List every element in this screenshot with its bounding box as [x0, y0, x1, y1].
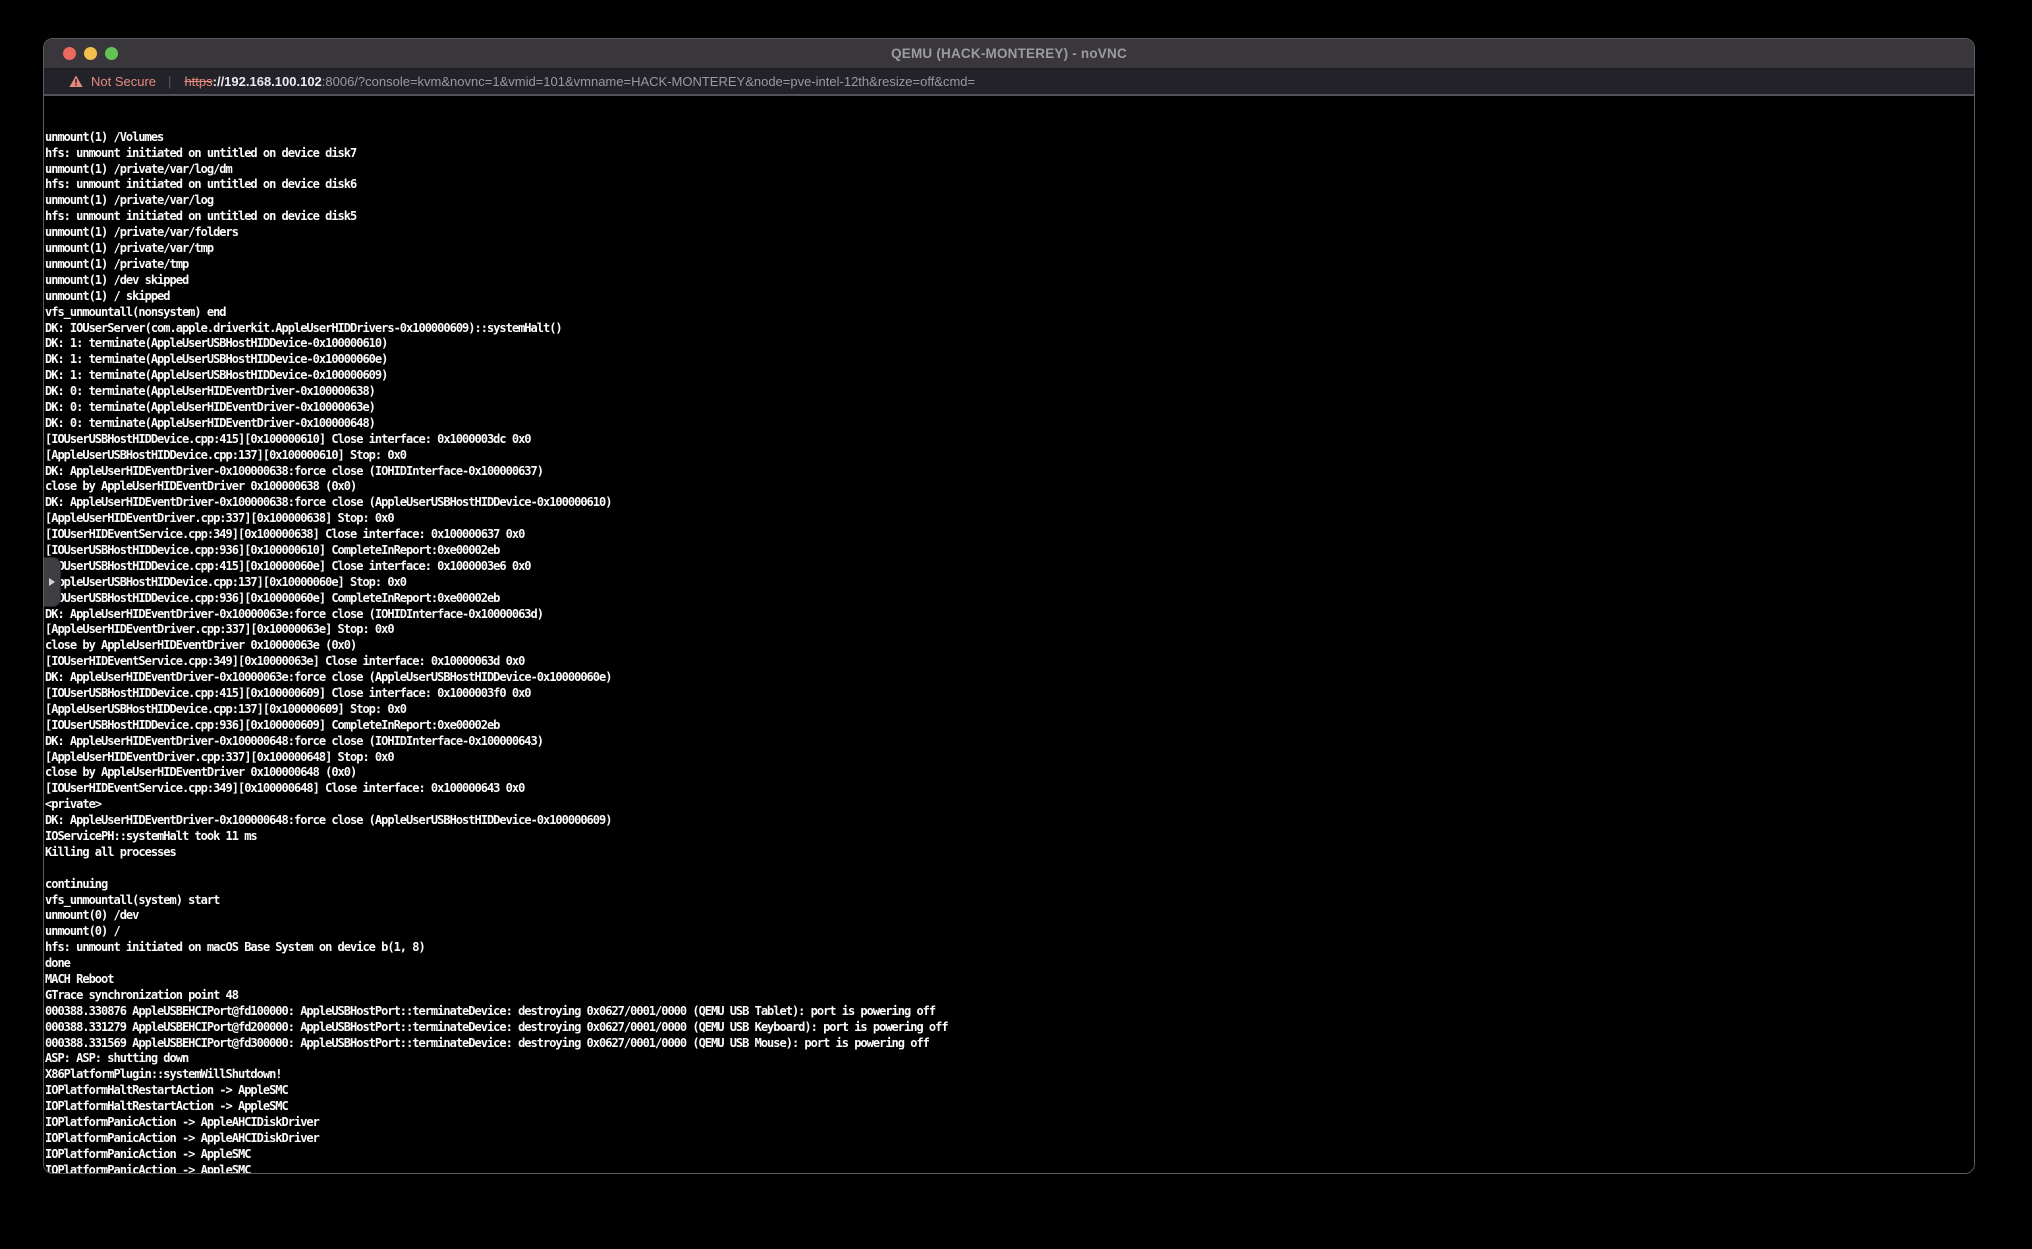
console-log: unmount(1) /Volumeshfs: unmount initiate… — [45, 130, 1974, 1173]
console-line: IOPlatformHaltRestartAction -> AppleSMC — [45, 1099, 1974, 1115]
window-title: QEMU (HACK-MONTEREY) - noVNC — [44, 46, 1974, 61]
console-line: hfs: unmount initiated on untitled on de… — [45, 209, 1974, 225]
console-line: unmount(1) /private/var/log — [45, 193, 1974, 209]
console-line: unmount(0) /dev — [45, 908, 1974, 924]
console-line: close by AppleUserHIDEventDriver 0x10000… — [45, 479, 1974, 495]
console-line: DK: AppleUserHIDEventDriver-0x100000648:… — [45, 813, 1974, 829]
console-line: [AppleUserHIDEventDriver.cpp:337][0x1000… — [45, 511, 1974, 527]
security-status-label: Not Secure — [91, 74, 156, 89]
console-line: DK: 0: terminate(AppleUserHIDEventDriver… — [45, 400, 1974, 416]
console-line: [IOUserUSBHostHIDDevice.cpp:415][0x10000… — [45, 686, 1974, 702]
console-line: Killing all processes — [45, 845, 1974, 861]
console-line: unmount(1) /private/var/tmp — [45, 241, 1974, 257]
console-line: IOServicePH::systemHalt took 11 ms — [45, 829, 1974, 845]
console-line: unmount(1) /private/var/folders — [45, 225, 1974, 241]
console-line: X86PlatformPlugin::systemWillShutdown! — [45, 1067, 1974, 1083]
console-line: [AppleUserUSBHostHIDDevice.cpp:137][0x10… — [45, 448, 1974, 464]
console-line: [AppleUserUSBHostHIDDevice.cpp:137][0x10… — [45, 575, 1974, 591]
console-line: DK: 0: terminate(AppleUserHIDEventDriver… — [45, 384, 1974, 400]
console-line: IOPlatformPanicAction -> AppleAHCIDiskDr… — [45, 1115, 1974, 1131]
console-line: [IOUserHIDEventService.cpp:349][0x100000… — [45, 654, 1974, 670]
console-line: vfs_unmountall(system) start — [45, 893, 1974, 909]
browser-window: QEMU (HACK-MONTEREY) - noVNC Not Secure … — [43, 38, 1975, 1174]
console-line: DK: AppleUserHIDEventDriver-0x10000063e:… — [45, 607, 1974, 623]
console-line: [AppleUserUSBHostHIDDevice.cpp:137][0x10… — [45, 702, 1974, 718]
console-line: 000388.330876 AppleUSBEHCIPort@fd100000:… — [45, 1004, 1974, 1020]
console-line — [45, 861, 1974, 877]
console-line: [AppleUserHIDEventDriver.cpp:337][0x1000… — [45, 750, 1974, 766]
console-line: unmount(1) /Volumes — [45, 130, 1974, 146]
console-line: DK: 1: terminate(AppleUserUSBHostHIDDevi… — [45, 368, 1974, 384]
console-line: DK: AppleUserHIDEventDriver-0x100000638:… — [45, 464, 1974, 480]
console-line: vfs_unmountall(nonsystem) end — [45, 305, 1974, 321]
console-line: [IOUserUSBHostHIDDevice.cpp:936][0x10000… — [45, 591, 1974, 607]
console-line: IOPlatformPanicAction -> AppleSMC — [45, 1147, 1974, 1163]
console-line: 000388.331279 AppleUSBEHCIPort@fd200000:… — [45, 1020, 1974, 1036]
console-line: DK: AppleUserHIDEventDriver-0x100000638:… — [45, 495, 1974, 511]
right-arrow-icon — [49, 578, 55, 586]
console-line: [IOUserUSBHostHIDDevice.cpp:936][0x10000… — [45, 718, 1974, 734]
console-line: hfs: unmount initiated on untitled on de… — [45, 146, 1974, 162]
console-line: ASP: ASP: shutting down — [45, 1051, 1974, 1067]
console-line: DK: AppleUserHIDEventDriver-0x10000063e:… — [45, 670, 1974, 686]
vnc-console-screen[interactable]: unmount(1) /Volumeshfs: unmount initiate… — [44, 96, 1974, 1173]
console-line: DK: 1: terminate(AppleUserUSBHostHIDDevi… — [45, 352, 1974, 368]
console-line: <private> — [45, 797, 1974, 813]
console-line: close by AppleUserHIDEventDriver 0x10000… — [45, 638, 1974, 654]
console-line: close by AppleUserHIDEventDriver 0x10000… — [45, 765, 1974, 781]
console-line: unmount(0) / — [45, 924, 1974, 940]
console-line: DK: AppleUserHIDEventDriver-0x100000648:… — [45, 734, 1974, 750]
console-line: 000388.331569 AppleUSBEHCIPort@fd300000:… — [45, 1036, 1974, 1052]
address-bar[interactable]: Not Secure | https://192.168.100.102:800… — [44, 68, 1974, 96]
console-line: GTrace synchronization point 48 — [45, 988, 1974, 1004]
url-path-query: :8006/?console=kvm&novnc=1&vmid=101&vmna… — [322, 74, 975, 89]
console-line: [IOUserUSBHostHIDDevice.cpp:936][0x10000… — [45, 543, 1974, 559]
console-line: hfs: unmount initiated on macOS Base Sys… — [45, 940, 1974, 956]
window-titlebar[interactable]: QEMU (HACK-MONTEREY) - noVNC — [44, 39, 1974, 68]
console-line: unmount(1) /dev skipped — [45, 273, 1974, 289]
console-line: [IOUserUSBHostHIDDevice.cpp:415][0x10000… — [45, 559, 1974, 575]
url-scheme: https — [184, 74, 212, 89]
console-line: [IOUserHIDEventService.cpp:349][0x100000… — [45, 781, 1974, 797]
console-line: unmount(1) /private/tmp — [45, 257, 1974, 273]
console-line: DK: IOUserServer(com.apple.driverkit.App… — [45, 321, 1974, 337]
console-line: done — [45, 956, 1974, 972]
console-line: [IOUserHIDEventService.cpp:349][0x100000… — [45, 527, 1974, 543]
url-host: ://192.168.100.102 — [213, 74, 322, 89]
console-line: [AppleUserHIDEventDriver.cpp:337][0x1000… — [45, 622, 1974, 638]
console-line: unmount(1) / skipped — [45, 289, 1974, 305]
console-line: IOPlatformPanicAction -> AppleAHCIDiskDr… — [45, 1131, 1974, 1147]
console-line: IOPlatformHaltRestartAction -> AppleSMC — [45, 1083, 1974, 1099]
console-line: MACH Reboot — [45, 972, 1974, 988]
novnc-control-bar-handle[interactable] — [44, 557, 61, 607]
console-line: [IOUserUSBHostHIDDevice.cpp:415][0x10000… — [45, 432, 1974, 448]
console-line: DK: 1: terminate(AppleUserUSBHostHIDDevi… — [45, 336, 1974, 352]
console-line: hfs: unmount initiated on untitled on de… — [45, 177, 1974, 193]
console-line: continuing — [45, 877, 1974, 893]
warning-triangle-icon — [69, 75, 83, 88]
console-line: DK: 0: terminate(AppleUserHIDEventDriver… — [45, 416, 1974, 432]
console-line: IOPlatformPanicAction -> AppleSMC — [45, 1163, 1974, 1173]
address-bar-divider: | — [168, 74, 171, 89]
console-line: unmount(1) /private/var/log/dm — [45, 162, 1974, 178]
